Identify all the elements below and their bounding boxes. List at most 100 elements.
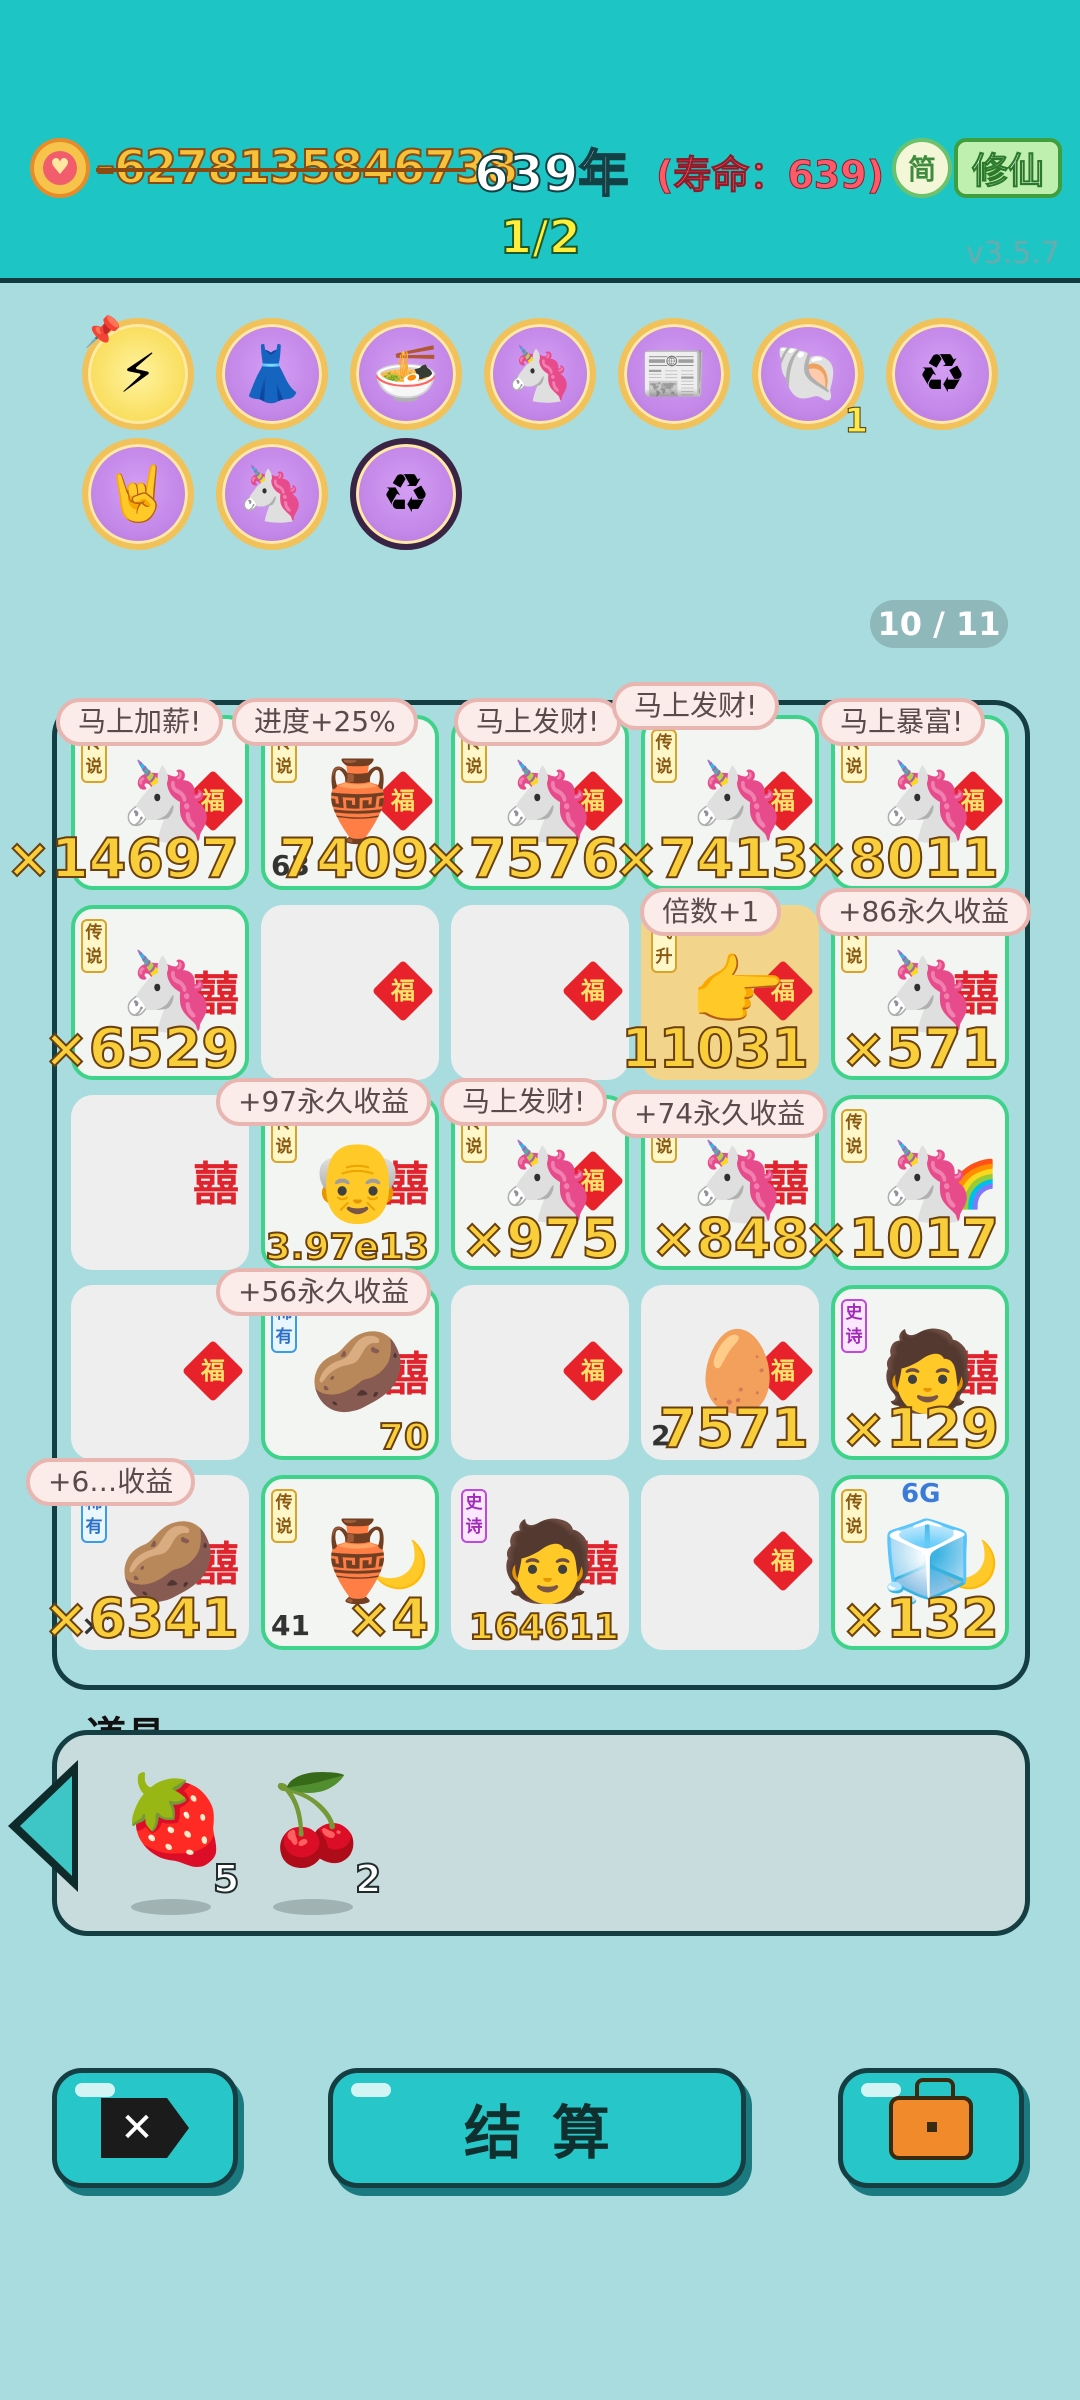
board-cell[interactable]: 史诗囍 🧑 164611 <box>451 1475 629 1650</box>
cell-sub-label: 6G <box>901 1479 941 1509</box>
briefcase-icon <box>889 2078 973 2160</box>
reward-bubble: 马上发财! <box>440 1078 608 1126</box>
board-count-badge: 10 / 11 <box>870 600 1008 648</box>
cell-multiplier: 11031 <box>620 1017 810 1080</box>
reward-bubble: +74永久收益 <box>612 1090 828 1138</box>
prop-count: 5 <box>212 1856 240 1902</box>
board-cell[interactable]: 福 🥚 2 7571 <box>641 1285 819 1460</box>
fu-diamond-icon: 福 <box>181 1339 245 1403</box>
board-cell[interactable]: 史诗囍 🧑 ×129 <box>831 1285 1009 1460</box>
board-cell[interactable]: 福 <box>641 1475 819 1650</box>
cell-multiplier: ×132 <box>840 1587 1000 1650</box>
cell-multiplier: ×4 <box>345 1587 430 1650</box>
cell-multiplier: ×129 <box>840 1397 1000 1460</box>
swap-bowls-icon[interactable]: 🍜 <box>350 318 462 430</box>
lightning-icon[interactable]: ⚡ 📌 <box>82 318 194 430</box>
shell-icon[interactable]: 🐚 1 <box>752 318 868 439</box>
cell-multiplier: 164611 <box>468 1607 620 1648</box>
rarity-badge: 史诗 <box>461 1489 487 1543</box>
rarity-badge: 史诗 <box>841 1299 867 1353</box>
prop-shadow <box>131 1899 211 1915</box>
fu-diamond-icon: 福 <box>561 959 625 1023</box>
board-cell[interactable]: 传说囍 🦄 ×6529 <box>42 905 249 1080</box>
rock-hand-icon[interactable]: 🤘 <box>82 438 194 550</box>
xiuxian-button[interactable]: 修仙 <box>954 138 1062 198</box>
rarity-badge: 传说 <box>651 729 677 783</box>
version-label: v3.5.7 <box>965 236 1060 271</box>
cell-multiplier: ×1017 <box>802 1207 1000 1270</box>
reward-bubble: 马上发财! <box>612 682 780 730</box>
board-cell[interactable]: 囍 <box>71 1095 249 1270</box>
back-arrow-fill <box>20 1776 72 1876</box>
cell-multiplier: ×6341 <box>42 1587 240 1650</box>
fu-diamond-icon: 福 <box>371 959 435 1023</box>
cell-multiplier: ×571 <box>840 1017 1000 1080</box>
settle-label: 结算 <box>463 2099 640 2167</box>
item-art-icon: 🧑 <box>499 1517 597 1607</box>
reward-bubble: +86永久收益 <box>816 888 1032 936</box>
prop-count: 2 <box>354 1856 382 1902</box>
cell-multiplier: ×8011 <box>802 827 1000 890</box>
rarity-badge: 传说 <box>841 1489 867 1543</box>
reward-bubble: 马上发财! <box>454 698 622 746</box>
time-magazine-icon[interactable]: 📰 <box>618 318 730 430</box>
top-bar: ♥ -6278135846738 639年 (寿命：639) 简 修仙 1/2 … <box>0 0 1080 283</box>
reward-bubble: 倍数+1 <box>640 888 782 936</box>
double-happiness-icon: 囍 <box>193 1157 239 1211</box>
props-panel: 🍓 5 🍒 2 <box>52 1730 1030 1936</box>
board-cell[interactable]: 传说福 🦄 ×7413 <box>612 715 819 890</box>
cell-multiplier: 7571 <box>658 1397 810 1460</box>
delete-icon: ✕ <box>101 2098 189 2158</box>
pin-icon: 📌 <box>84 315 122 350</box>
settle-button[interactable]: 结算 <box>328 2068 746 2188</box>
board-cell[interactable]: 传说 🌈 🦄 ×1017 <box>802 1095 1009 1270</box>
money-counter: -6278135846738 <box>95 139 519 195</box>
bag-button[interactable] <box>838 2068 1024 2188</box>
item-art-icon: 🥔 <box>309 1327 407 1417</box>
game-board: 传说福🦄×14697传说福🏺637409传说福🦄×7576传说福🦄×7413传说… <box>5 700 1030 1690</box>
money-strike <box>96 168 466 172</box>
reward-bubble: +6…收益 <box>26 1458 196 1506</box>
delete-button[interactable]: ✕ <box>52 2068 238 2188</box>
cell-multiplier: ×975 <box>460 1207 620 1270</box>
cell-multiplier: 3.97e13 <box>265 1227 430 1268</box>
rarity-badge: 传说 <box>271 1489 297 1543</box>
cell-sub-label: 41 <box>271 1609 310 1642</box>
board-cell[interactable]: 福 <box>451 905 629 1080</box>
age-years: 639年 <box>473 144 629 204</box>
fu-diamond-icon: 福 <box>561 1339 625 1403</box>
prop-shadow <box>273 1899 353 1915</box>
board-cell[interactable]: 福 <box>261 905 439 1080</box>
recycle-icon[interactable]: ♻ <box>350 438 462 550</box>
simplified-toggle-button[interactable]: 简 <box>892 138 952 198</box>
cell-multiplier: ×7413 <box>612 827 810 890</box>
reward-bubble: 马上暴富! <box>818 698 986 746</box>
cell-multiplier: 7409 <box>278 827 430 890</box>
skirt-icon[interactable]: 👗 <box>216 318 328 430</box>
cell-multiplier: ×6529 <box>42 1017 240 1080</box>
cell-multiplier: 70 <box>378 1417 430 1458</box>
lifespan-text: (寿命：639) <box>655 153 885 198</box>
cell-multiplier: ×14697 <box>5 827 240 890</box>
reward-bubble: +97永久收益 <box>216 1078 432 1126</box>
reward-bubble: +56永久收益 <box>216 1268 432 1316</box>
lychee-icon[interactable]: 🍒 <box>263 1765 370 1875</box>
cell-multiplier: ×7576 <box>422 827 620 890</box>
reward-bubble: 进度+25% <box>232 698 418 746</box>
strawberry-icon[interactable]: 🍓 <box>121 1765 228 1875</box>
fu-diamond-icon: 福 <box>751 1529 815 1593</box>
skill-count: 1 <box>844 401 869 441</box>
item-art-icon: 👴 <box>309 1137 407 1227</box>
board-cell[interactable]: 传说 🌙 🏺 41 ×4 <box>261 1475 439 1650</box>
unicorn-icon[interactable]: 🦄 <box>216 438 328 550</box>
rarity-badge: 传说 <box>81 919 107 973</box>
page-indicator: 1/2 <box>499 209 582 265</box>
coin-icon: ♥ <box>30 138 90 198</box>
board-cell[interactable]: 福 <box>451 1285 629 1460</box>
board-cell[interactable]: 传说 🌙 🧊 6G ×132 <box>831 1475 1009 1650</box>
cell-multiplier: ×848 <box>650 1207 810 1270</box>
recycle-icon[interactable]: ♻ <box>886 318 998 430</box>
board-cell[interactable]: 福 <box>71 1285 249 1460</box>
reward-bubble: 马上加薪! <box>56 698 224 746</box>
unicorn-icon[interactable]: 🦄 <box>484 318 596 430</box>
